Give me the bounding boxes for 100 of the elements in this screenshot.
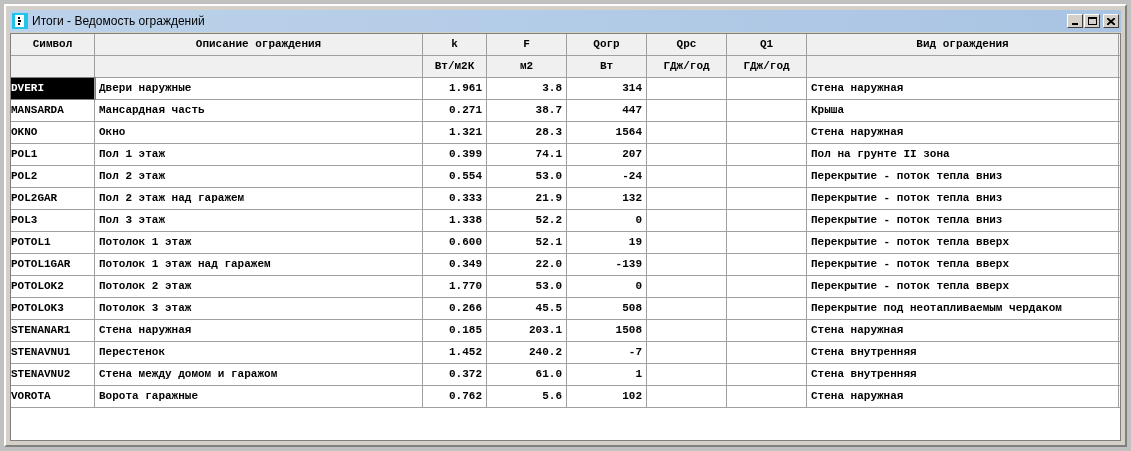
table-cell[interactable]: 0.333 — [423, 188, 487, 209]
table-cell[interactable]: Крыша — [807, 100, 1119, 121]
table-cell[interactable]: 52.1 — [487, 232, 567, 253]
column-header[interactable]: Q1 — [727, 34, 807, 55]
table-cell[interactable]: POTOL1 — [11, 232, 95, 253]
table-cell[interactable]: POTOLOK2 — [11, 276, 95, 297]
table-cell[interactable]: Перекрытие - поток тепла вниз — [807, 188, 1119, 209]
table-cell[interactable]: 203.1 — [487, 320, 567, 341]
table-cell[interactable]: POTOLOK3 — [11, 298, 95, 319]
table-cell[interactable]: 0.372 — [423, 364, 487, 385]
table-cell[interactable]: 240.2 — [487, 342, 567, 363]
column-header[interactable]: Вид ограждения — [807, 34, 1119, 55]
column-header[interactable]: Qрс — [647, 34, 727, 55]
table-cell[interactable]: 0.349 — [423, 254, 487, 275]
table-cell[interactable]: -7 — [567, 342, 647, 363]
column-header[interactable]: F — [487, 34, 567, 55]
maximize-button[interactable] — [1084, 14, 1100, 28]
table-cell[interactable]: POL2 — [11, 166, 95, 187]
table-cell[interactable]: 52.2 — [487, 210, 567, 231]
table-cell[interactable]: 1508 — [567, 320, 647, 341]
table-cell[interactable]: DVERI — [11, 78, 95, 99]
table-cell[interactable]: 0.399 — [423, 144, 487, 165]
table-cell[interactable]: 0.266 — [423, 298, 487, 319]
table-cell[interactable]: 0.271 — [423, 100, 487, 121]
table-cell[interactable]: 0 — [567, 276, 647, 297]
table-cell[interactable]: Стена наружная — [807, 386, 1119, 407]
table-cell[interactable]: 53.0 — [487, 276, 567, 297]
column-header[interactable]: Символ — [11, 34, 95, 55]
table-cell[interactable]: Пол 2 этаж над гаражем — [95, 188, 423, 209]
minimize-button[interactable] — [1067, 14, 1083, 28]
table-cell[interactable]: 447 — [567, 100, 647, 121]
table-cell[interactable]: Потолок 3 этаж — [95, 298, 423, 319]
table-cell[interactable]: 19 — [567, 232, 647, 253]
table-cell[interactable]: 28.3 — [487, 122, 567, 143]
table-cell[interactable]: Стена между домом и гаражом — [95, 364, 423, 385]
table-cell[interactable]: 508 — [567, 298, 647, 319]
table-cell[interactable]: 207 — [567, 144, 647, 165]
table-cell[interactable]: 314 — [567, 78, 647, 99]
table-cell[interactable]: Перекрытие - поток тепла вверх — [807, 254, 1119, 275]
table-cell[interactable]: Стена наружная — [95, 320, 423, 341]
table-cell[interactable]: 0.185 — [423, 320, 487, 341]
table-cell[interactable]: Пол на грунте II зона — [807, 144, 1119, 165]
table-cell[interactable]: Стена внутренняя — [807, 342, 1119, 363]
table-cell[interactable]: -24 — [567, 166, 647, 187]
table-cell[interactable]: Перекрытие - поток тепла вниз — [807, 166, 1119, 187]
table-cell[interactable]: Пол 1 этаж — [95, 144, 423, 165]
table-cell[interactable]: POL1 — [11, 144, 95, 165]
table-cell[interactable]: -139 — [567, 254, 647, 275]
table-cell[interactable]: Потолок 1 этаж над гаражем — [95, 254, 423, 275]
table-cell[interactable]: 0 — [567, 210, 647, 231]
close-button[interactable] — [1103, 14, 1119, 28]
table-cell[interactable]: Окно — [95, 122, 423, 143]
table-cell[interactable]: STENANAR1 — [11, 320, 95, 341]
table-cell[interactable]: Перекрытие под неотапливаемым чердаком — [807, 298, 1119, 319]
table-cell[interactable]: Потолок 1 этаж — [95, 232, 423, 253]
table-cell[interactable]: VOROTA — [11, 386, 95, 407]
table-cell[interactable]: 45.5 — [487, 298, 567, 319]
column-header[interactable]: Описание ограждения — [95, 34, 423, 55]
table-cell[interactable]: 3.8 — [487, 78, 567, 99]
table-cell[interactable]: Пол 2 этаж — [95, 166, 423, 187]
table-cell[interactable]: Мансардная часть — [95, 100, 423, 121]
table-cell[interactable]: 53.0 — [487, 166, 567, 187]
table-cell[interactable]: 61.0 — [487, 364, 567, 385]
table-cell[interactable]: Стена внутренняя — [807, 364, 1119, 385]
table-cell[interactable]: 1564 — [567, 122, 647, 143]
table-cell[interactable]: Перекрытие - поток тепла вверх — [807, 232, 1119, 253]
table-cell[interactable]: 1.338 — [423, 210, 487, 231]
table-cell[interactable]: Перестенок — [95, 342, 423, 363]
table-cell[interactable]: 102 — [567, 386, 647, 407]
table-cell[interactable]: 0.554 — [423, 166, 487, 187]
table-cell[interactable]: 1.321 — [423, 122, 487, 143]
table-cell[interactable]: 38.7 — [487, 100, 567, 121]
table-cell[interactable]: Пол 3 этаж — [95, 210, 423, 231]
table-cell[interactable]: POTOL1GAR — [11, 254, 95, 275]
table-cell[interactable]: Стена наружная — [807, 122, 1119, 143]
table-cell[interactable]: 21.9 — [487, 188, 567, 209]
table-cell[interactable]: Стена наружная — [807, 78, 1119, 99]
table-cell[interactable]: 1.452 — [423, 342, 487, 363]
column-header[interactable]: Qогр — [567, 34, 647, 55]
column-header[interactable]: k — [423, 34, 487, 55]
table-cell[interactable]: 1.961 — [423, 78, 487, 99]
table-cell[interactable]: POL2GAR — [11, 188, 95, 209]
table-cell[interactable]: Потолок 2 этаж — [95, 276, 423, 297]
table-cell[interactable]: Двери наружные — [95, 78, 423, 99]
table-cell[interactable]: 5.6 — [487, 386, 567, 407]
table-cell[interactable]: Стена наружная — [807, 320, 1119, 341]
table-cell[interactable]: POL3 — [11, 210, 95, 231]
table-cell[interactable]: MANSARDA — [11, 100, 95, 121]
table-cell[interactable]: STENAVNU2 — [11, 364, 95, 385]
table-cell[interactable]: Ворота гаражные — [95, 386, 423, 407]
table-cell[interactable]: 0.762 — [423, 386, 487, 407]
table-cell[interactable]: 22.0 — [487, 254, 567, 275]
table-cell[interactable]: Перекрытие - поток тепла вниз — [807, 210, 1119, 231]
table-cell[interactable]: OKNO — [11, 122, 95, 143]
table-cell[interactable]: Перекрытие - поток тепла вверх — [807, 276, 1119, 297]
table-cell[interactable]: 1.770 — [423, 276, 487, 297]
table-cell[interactable]: 132 — [567, 188, 647, 209]
table-cell[interactable]: STENAVNU1 — [11, 342, 95, 363]
table-cell[interactable]: 0.600 — [423, 232, 487, 253]
table-cell[interactable]: 1 — [567, 364, 647, 385]
